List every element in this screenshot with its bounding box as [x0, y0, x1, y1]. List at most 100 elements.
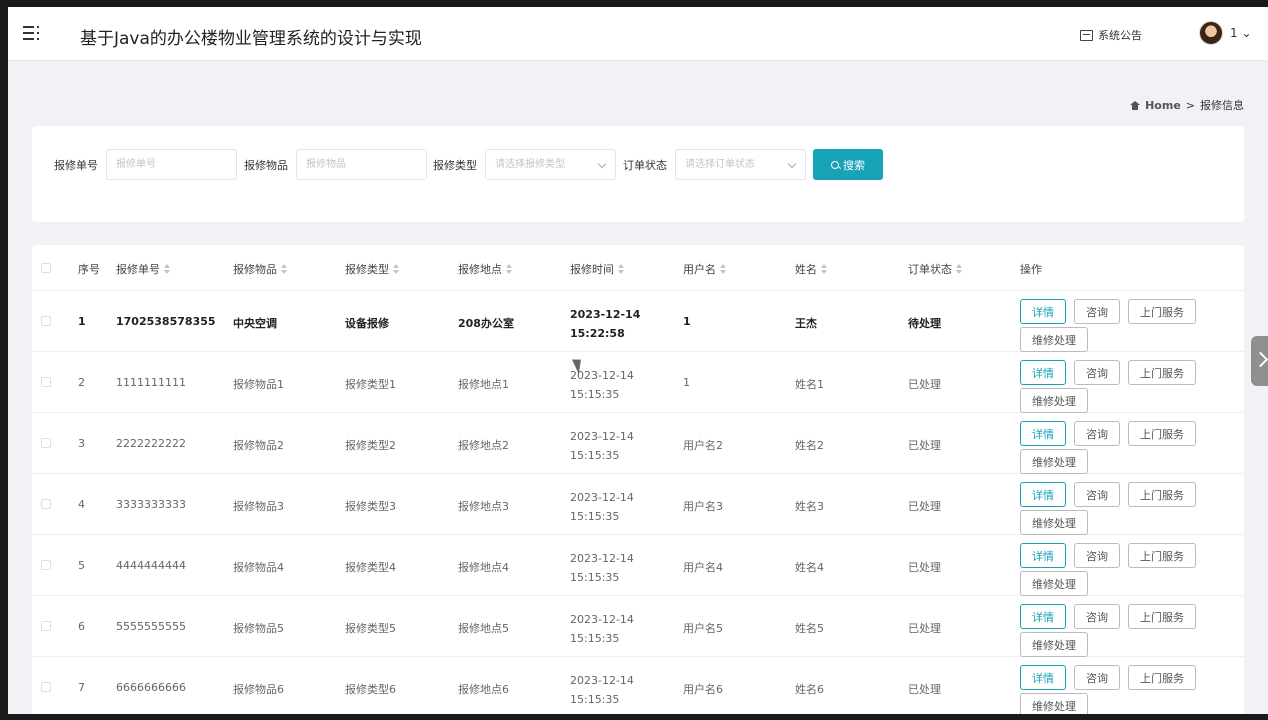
row-checkbox[interactable] [41, 682, 51, 692]
row-time: 2023-12-14 15:15:35 [570, 613, 634, 645]
row-type: 报修类型5 [345, 622, 396, 635]
repair-type-field: 报修类型 [433, 149, 616, 180]
breadcrumb-home[interactable]: Home [1145, 99, 1181, 112]
sort-icon[interactable] [506, 264, 513, 274]
sort-icon[interactable] [164, 264, 171, 274]
row-checkbox[interactable] [41, 438, 51, 448]
row-type: 报修类型1 [345, 378, 396, 391]
user-menu[interactable]: 1 ⌄ [1230, 26, 1252, 40]
repair-item-input[interactable] [297, 150, 426, 179]
onsite-service-button[interactable]: 上门服务 [1128, 421, 1196, 446]
repair-process-button[interactable]: 维修处理 [1020, 388, 1088, 413]
notice-icon [1080, 29, 1093, 41]
consult-button[interactable]: 咨询 [1074, 482, 1120, 507]
system-notice-link[interactable]: 系统公告 [1080, 27, 1142, 43]
sort-icon[interactable] [956, 264, 963, 274]
detail-button[interactable]: 详情 [1020, 604, 1066, 629]
sort-icon[interactable] [393, 264, 400, 274]
row-index: 6 [78, 620, 85, 633]
repair-item-label: 报修物品 [244, 158, 288, 172]
sort-icon[interactable] [720, 264, 727, 274]
repair-type-select-input[interactable] [486, 150, 615, 179]
repair-process-button[interactable]: 维修处理 [1020, 571, 1088, 596]
search-button[interactable]: 搜索 [813, 149, 883, 180]
repair-item-input-wrapper [296, 149, 427, 180]
repair-process-button[interactable]: 维修处理 [1020, 693, 1088, 714]
onsite-service-button[interactable]: 上门服务 [1128, 604, 1196, 629]
table-row: 5 4444444444 报修物品4 报修类型4 报修地点4 2023-12-14 15:… [32, 535, 1244, 596]
column-header-item-label: 报修物品 [233, 263, 277, 276]
row-location: 报修地点3 [458, 500, 509, 513]
repair-type-select[interactable] [485, 149, 616, 180]
column-header-repair-no[interactable]: 报修单号 [116, 261, 171, 277]
detail-button[interactable]: 详情 [1020, 360, 1066, 385]
row-checkbox[interactable] [41, 560, 51, 570]
order-status-select[interactable] [675, 149, 806, 180]
consult-button[interactable]: 咨询 [1074, 421, 1120, 446]
column-header-status-label: 订单状态 [908, 263, 952, 276]
sort-icon[interactable] [821, 264, 828, 274]
table-row: 7 6666666666 报修物品6 报修类型6 报修地点6 2023-12-14 15:… [32, 657, 1244, 714]
consult-button[interactable]: 咨询 [1074, 360, 1120, 385]
row-checkbox[interactable] [41, 621, 51, 631]
detail-button[interactable]: 详情 [1020, 421, 1066, 446]
row-location: 208办公室 [458, 317, 514, 330]
row-time: 2023-12-14 15:15:35 [570, 674, 634, 706]
detail-button[interactable]: 详情 [1020, 299, 1066, 324]
repair-process-button[interactable]: 维修处理 [1020, 510, 1088, 535]
onsite-service-button[interactable]: 上门服务 [1128, 360, 1196, 385]
repair-process-button[interactable]: 维修处理 [1020, 632, 1088, 657]
repair-process-button[interactable]: 维修处理 [1020, 327, 1088, 352]
consult-button[interactable]: 咨询 [1074, 665, 1120, 690]
consult-button[interactable]: 咨询 [1074, 604, 1120, 629]
column-header-time[interactable]: 报修时间 [570, 261, 625, 277]
onsite-service-button[interactable]: 上门服务 [1128, 482, 1196, 507]
sort-icon[interactable] [281, 264, 288, 274]
column-header-item[interactable]: 报修物品 [233, 261, 288, 277]
column-header-status[interactable]: 订单状态 [908, 261, 963, 277]
row-checkbox[interactable] [41, 316, 51, 326]
column-header-location-label: 报修地点 [458, 263, 502, 276]
column-header-username-label: 用户名 [683, 263, 716, 276]
row-checkbox[interactable] [41, 499, 51, 509]
column-header-name[interactable]: 姓名 [795, 261, 828, 277]
select-all-checkbox[interactable] [41, 263, 51, 273]
repair-no-input[interactable] [107, 150, 236, 179]
detail-button[interactable]: 详情 [1020, 665, 1066, 690]
row-index: 7 [78, 681, 85, 694]
row-checkbox[interactable] [41, 377, 51, 387]
onsite-service-button[interactable]: 上门服务 [1128, 665, 1196, 690]
detail-button[interactable]: 详情 [1020, 543, 1066, 568]
column-header-index: 序号 [78, 263, 100, 276]
consult-button[interactable]: 咨询 [1074, 543, 1120, 568]
home-icon [1130, 100, 1141, 110]
system-notice-label: 系统公告 [1098, 29, 1142, 42]
row-type: 报修类型3 [345, 500, 396, 513]
column-header-username[interactable]: 用户名 [683, 261, 727, 277]
side-drawer-toggle[interactable] [1251, 336, 1268, 386]
table-row: 3 2222222222 报修物品2 报修类型2 报修地点2 2023-12-14 15:… [32, 413, 1244, 474]
repair-process-button[interactable]: 维修处理 [1020, 449, 1088, 474]
column-header-location[interactable]: 报修地点 [458, 261, 513, 277]
row-item: 报修物品6 [233, 683, 284, 696]
onsite-service-button[interactable]: 上门服务 [1128, 543, 1196, 568]
order-status-select-input[interactable] [676, 150, 805, 179]
sort-icon[interactable] [618, 264, 625, 274]
row-username: 用户名5 [683, 622, 723, 635]
column-header-type[interactable]: 报修类型 [345, 261, 400, 277]
row-type: 报修类型4 [345, 561, 396, 574]
consult-button[interactable]: 咨询 [1074, 299, 1120, 324]
row-status: 待处理 [908, 317, 941, 330]
column-header-actions: 操作 [1020, 263, 1042, 276]
row-index: 5 [78, 559, 85, 572]
onsite-service-button[interactable]: 上门服务 [1128, 299, 1196, 324]
repair-table: 序号 报修单号 报修物品 报修类型 报修地点 报修时间 用户名 姓名 订单状态 … [32, 245, 1244, 714]
row-username: 用户名4 [683, 561, 723, 574]
column-header-time-label: 报修时间 [570, 263, 614, 276]
row-location: 报修地点2 [458, 439, 509, 452]
row-repair-no: 6666666666 [116, 681, 186, 694]
table-row: 2 1111111111 报修物品1 报修类型1 报修地点1 2023-12-14 15:… [32, 352, 1244, 413]
user-avatar[interactable] [1199, 21, 1223, 45]
detail-button[interactable]: 详情 [1020, 482, 1066, 507]
hamburger-menu-icon[interactable] [23, 26, 39, 41]
